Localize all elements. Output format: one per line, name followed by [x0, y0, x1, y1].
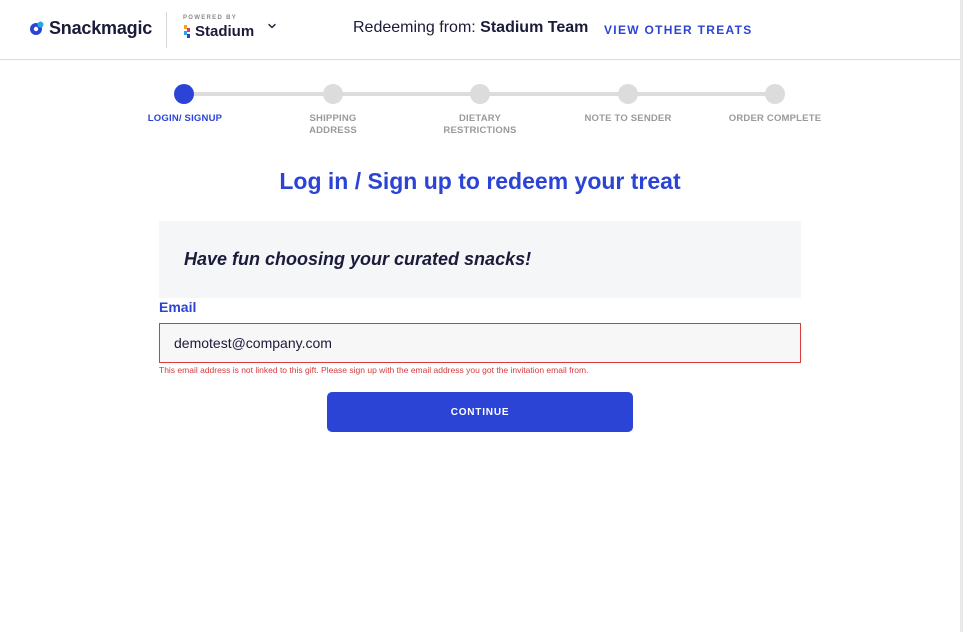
step-dot-dietary-restrictions — [470, 84, 490, 104]
step-label-login-signup: LOGIN/ SIGNUP — [147, 113, 223, 124]
snackmagic-brand[interactable]: Snackmagic — [29, 17, 152, 39]
redeeming-team: Stadium Team — [480, 19, 589, 36]
snackmagic-logo-icon — [30, 21, 44, 35]
email-error-message: This email address is not linked to this… — [159, 365, 589, 375]
powered-by-stadium: POWERED BY Stadium — [183, 15, 254, 40]
view-other-treats-link[interactable]: VIEW OTHER TREATS — [604, 23, 753, 37]
step-label-dietary-restrictions: DIETARY RESTRICTIONS — [443, 113, 517, 136]
partner-name: Stadium — [195, 23, 255, 40]
chevron-down-icon[interactable] — [266, 20, 278, 32]
step-dot-note-to-sender — [618, 84, 638, 104]
banner-text: Have fun choosing your curated snacks! — [184, 249, 532, 269]
redeeming-from: Redeeming from: Stadium Team — [353, 19, 588, 37]
redeeming-prefix: Redeeming from: — [353, 19, 481, 36]
step-dot-order-complete — [765, 84, 785, 104]
top-header: Snackmagic POWERED BY Stadium Redeeming … — [0, 0, 960, 60]
email-field[interactable] — [159, 323, 801, 363]
message-banner: Have fun choosing your curated snacks! — [159, 221, 801, 298]
step-label-shipping-address: SHIPPING ADDRESS — [309, 113, 357, 136]
step-dot-shipping-address — [323, 84, 343, 104]
step-label-note-to-sender: NOTE TO SENDER — [584, 113, 672, 124]
powered-by-label: POWERED BY — [183, 15, 238, 21]
step-dot-login-signup — [174, 84, 194, 104]
email-label: Email — [159, 299, 197, 315]
page-title: Log in / Sign up to redeem your treat — [279, 168, 681, 194]
header-divider — [166, 12, 167, 48]
brand-name: Snackmagic — [49, 17, 153, 38]
continue-button[interactable]: CONTINUE — [327, 392, 633, 432]
step-label-order-complete: ORDER COMPLETE — [728, 113, 822, 124]
stadium-logo-icon — [184, 25, 190, 38]
